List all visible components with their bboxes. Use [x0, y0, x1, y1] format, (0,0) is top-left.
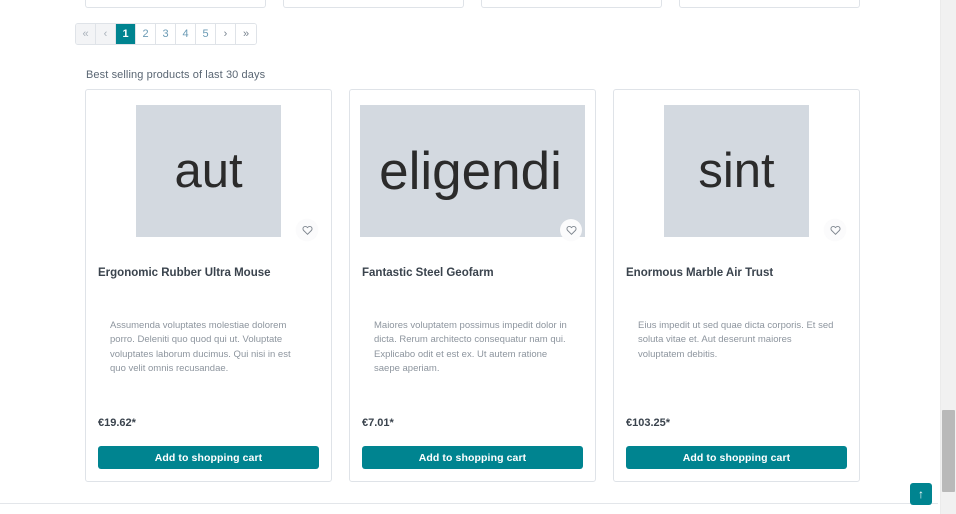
scrollbar-thumb[interactable]	[942, 410, 955, 492]
footer-divider	[0, 503, 938, 504]
wishlist-button[interactable]	[824, 219, 846, 241]
add-to-cart-button[interactable]: Add to shopping cart	[626, 446, 847, 469]
previous-product-row-clipped	[85, 0, 860, 8]
product-title[interactable]: Fantastic Steel Geofarm	[362, 266, 583, 281]
pagination-page-3[interactable]: 3	[156, 24, 176, 44]
heart-icon	[302, 226, 312, 235]
pagination-page-1[interactable]: 1	[116, 24, 136, 44]
product-price: €19.62*	[98, 417, 136, 429]
section-title: Best selling products of last 30 days	[86, 69, 266, 81]
add-to-cart-button[interactable]: Add to shopping cart	[362, 446, 583, 469]
pagination[interactable]: « ‹ 1 2 3 4 5 › »	[75, 23, 257, 45]
product-image-text: eligendi	[379, 141, 562, 201]
product-image-text: sint	[698, 143, 775, 198]
add-to-cart-button[interactable]: Add to shopping cart	[98, 446, 319, 469]
page-scrollbar[interactable]	[940, 0, 956, 514]
pagination-page-4[interactable]: 4	[176, 24, 196, 44]
pagination-page-5[interactable]: 5	[196, 24, 216, 44]
product-card-partial[interactable]	[283, 0, 464, 8]
product-title[interactable]: Ergonomic Rubber Ultra Mouse	[98, 266, 319, 281]
product-description: Assumenda voluptates molestiae dolorem p…	[110, 320, 291, 375]
product-description: Eius impedit ut sed quae dicta corporis.…	[638, 320, 834, 360]
product-price: €103.25*	[626, 417, 671, 429]
pagination-page-2[interactable]: 2	[136, 24, 156, 44]
pagination-last-button[interactable]: »	[236, 24, 256, 44]
product-description: Maiores voluptatem possimus impedit dolo…	[374, 320, 567, 375]
wishlist-button[interactable]	[296, 219, 318, 241]
page-viewport: « ‹ 1 2 3 4 5 › » Best selling products …	[0, 0, 956, 514]
product-card-partial[interactable]	[481, 0, 662, 8]
product-card-partial[interactable]	[679, 0, 860, 8]
pagination-next-button[interactable]: ›	[216, 24, 236, 44]
product-image-area: eligendi	[360, 98, 585, 244]
product-image-text: aut	[174, 143, 243, 198]
product-card[interactable]: eligendi Fantastic Steel Geofarm Maiores…	[349, 89, 596, 482]
product-grid: aut Ergonomic Rubber Ultra Mouse Assumen…	[85, 89, 860, 482]
arrow-up-icon: ↑	[918, 487, 924, 501]
product-image-area: sint	[624, 98, 849, 244]
wishlist-button[interactable]	[560, 219, 582, 241]
scroll-to-top-button[interactable]: ↑	[910, 483, 932, 505]
product-price: €7.01*	[362, 417, 394, 429]
product-image-placeholder: aut	[136, 105, 281, 237]
product-image-area: aut	[96, 98, 321, 244]
product-title[interactable]: Enormous Marble Air Trust	[626, 266, 847, 281]
product-card-partial[interactable]	[85, 0, 266, 8]
heart-icon	[830, 226, 840, 235]
product-card[interactable]: aut Ergonomic Rubber Ultra Mouse Assumen…	[85, 89, 332, 482]
pagination-first-button[interactable]: «	[76, 24, 96, 44]
product-image-placeholder: eligendi	[360, 105, 585, 237]
heart-icon	[566, 226, 576, 235]
pagination-prev-button[interactable]: ‹	[96, 24, 116, 44]
product-image-placeholder: sint	[664, 105, 809, 237]
product-card[interactable]: sint Enormous Marble Air Trust Eius impe…	[613, 89, 860, 482]
